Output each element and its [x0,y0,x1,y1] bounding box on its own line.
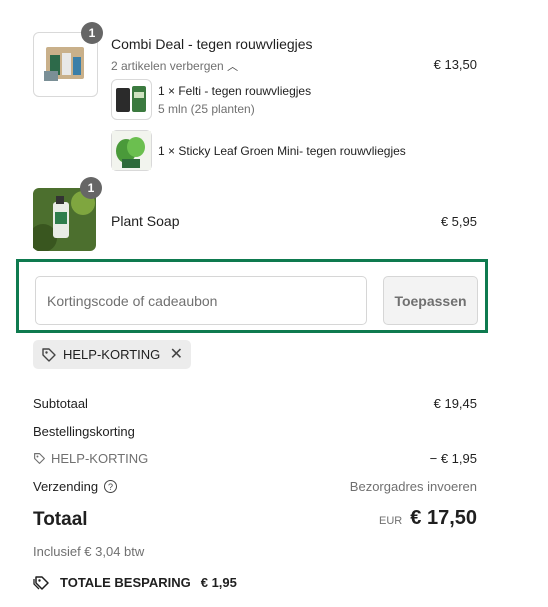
shipping-label: Verzending [33,479,99,494]
close-icon[interactable]: ✕ [170,346,183,363]
subtotal-value: € 19,45 [433,396,477,411]
tax-note: Inclusief € 3,04 btw [33,544,145,559]
applied-discount-code: HELP-KORTING [63,347,161,362]
subitem-thumbnail-felti [111,79,152,120]
product-price: € 5,95 [440,214,477,229]
product-thumbnail-combi-deal: 1 [33,22,103,97]
discount-code-section: Toepassen [16,259,488,333]
toggle-label: 2 artikelen verbergen [111,59,224,73]
info-icon[interactable]: ? [104,480,118,493]
total-value-row: EUR € 17,50 [379,507,477,530]
quantity-badge: 1 [80,177,102,199]
product-title: Combi Deal - tegen rouwvliegjes [111,36,313,52]
total-label: Totaal [33,509,88,530]
subtotal-label: Subtotaal [33,396,88,411]
subitem-title: 1 × Sticky Leaf Groen Mini- tegen rouwvl… [158,144,406,158]
quantity-badge: 1 [81,22,103,44]
savings-value: € 1,95 [200,574,237,590]
savings-label: TOTALE BESPARING [60,574,191,590]
product-price: € 13,50 [433,57,477,72]
tag-icon [33,576,49,590]
total-savings: TOTALE BESPARING € 1,95 [33,574,237,590]
subitem-title: 1 × Felti - tegen rouwvliegjes [158,84,312,98]
hide-items-toggle[interactable]: 2 artikelen verbergen ︿ [111,58,238,74]
discount-value: − € 1,95 [429,451,477,466]
tag-icon [42,347,56,362]
discount-code-input[interactable] [35,276,367,325]
felti-image [116,86,146,112]
product-thumbnail-plant-soap: 1 [29,177,102,252]
applied-discount-chip: HELP-KORTING ✕ [33,340,191,369]
apply-discount-button[interactable]: Toepassen [383,276,478,325]
discount-code-line: HELP-KORTING [33,451,148,466]
product-title: Plant Soap [111,213,180,229]
total-value: € 17,50 [410,507,477,529]
subitem-subtitle: 5 mln (25 planten) [158,102,255,116]
shipping-value: Bezorgadres invoeren [349,479,477,494]
subitem-thumbnail-sticky-leaf [111,130,152,171]
discount-code-text: HELP-KORTING [51,451,149,466]
currency-code: EUR [379,515,403,527]
sticky-leaf-image [112,131,151,170]
shipping-row-label: Verzending ? [33,479,118,494]
order-discount-label: Bestellingskorting [33,424,135,439]
tag-icon [34,453,45,464]
chevron-up-icon: ︿ [227,61,239,73]
